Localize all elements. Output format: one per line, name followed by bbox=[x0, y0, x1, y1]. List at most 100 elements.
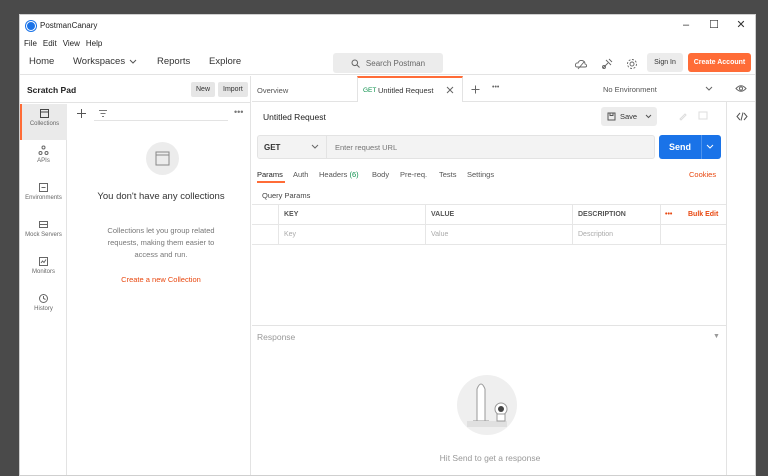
tab-tests[interactable]: Tests bbox=[439, 170, 457, 179]
apis-icon bbox=[38, 145, 49, 155]
more-columns-icon[interactable]: ••• bbox=[665, 205, 672, 224]
sidebar-item-label: APIs bbox=[37, 158, 50, 164]
create-collection-link[interactable]: Create a new Collection bbox=[68, 275, 254, 284]
tab-overview[interactable]: Overview bbox=[257, 86, 288, 95]
tab-body[interactable]: Body bbox=[372, 170, 389, 179]
satellite-icon[interactable] bbox=[600, 57, 614, 71]
send-label: Send bbox=[669, 142, 692, 152]
create-account-button[interactable]: Create Account bbox=[688, 53, 751, 72]
table-border bbox=[252, 204, 726, 205]
add-collection-icon[interactable] bbox=[76, 108, 87, 119]
sidebar-item-label: Environments bbox=[25, 195, 62, 201]
tab-untitled-request[interactable]: GET Untitled Request bbox=[357, 76, 463, 102]
sidebar-item-label: Monitors bbox=[31, 269, 55, 275]
headers-count: (6) bbox=[349, 170, 359, 179]
edit-pencil-icon[interactable] bbox=[678, 111, 688, 121]
table-border bbox=[252, 244, 726, 245]
save-label: Save bbox=[620, 112, 638, 121]
rocket-astronaut-illustration bbox=[457, 375, 517, 435]
tab-settings[interactable]: Settings bbox=[467, 170, 494, 179]
empty-collections-illustration bbox=[146, 142, 179, 175]
environments-icon bbox=[39, 183, 48, 192]
nav-home[interactable]: Home bbox=[29, 56, 54, 67]
import-button[interactable]: Import bbox=[218, 82, 248, 97]
new-tab-icon[interactable] bbox=[471, 85, 480, 94]
table-border bbox=[278, 204, 279, 244]
table-border bbox=[425, 204, 426, 244]
close-tab-icon[interactable] bbox=[446, 86, 454, 94]
method-select[interactable]: GET bbox=[257, 135, 327, 159]
search-placeholder: Search Postman bbox=[365, 58, 426, 68]
nav-reports[interactable]: Reports bbox=[157, 56, 190, 67]
description-input[interactable]: Description bbox=[578, 225, 613, 244]
code-icon[interactable] bbox=[736, 112, 748, 121]
nav-workspaces-label: Workspaces bbox=[73, 56, 126, 67]
tab-params[interactable]: Params bbox=[257, 170, 283, 179]
table-border bbox=[252, 224, 726, 225]
more-options-icon[interactable]: ••• bbox=[234, 107, 243, 117]
sidebar-item-apis[interactable]: APIs bbox=[20, 141, 67, 177]
mock-servers-icon bbox=[39, 221, 48, 228]
nav-workspaces[interactable]: Workspaces bbox=[73, 56, 137, 67]
empty-collections-title: You don't have any collections bbox=[97, 191, 225, 202]
request-title[interactable]: Untitled Request bbox=[263, 112, 326, 122]
tab-more-icon[interactable]: ••• bbox=[492, 84, 499, 91]
response-label: Response bbox=[257, 332, 296, 342]
sidebar-item-collections[interactable]: Collections bbox=[20, 104, 67, 140]
sidebar-item-monitors[interactable]: Monitors bbox=[20, 252, 67, 288]
menu-edit[interactable]: Edit bbox=[43, 39, 57, 48]
menu-view[interactable]: View bbox=[63, 39, 80, 48]
collapse-response-icon[interactable]: ▼ bbox=[713, 333, 720, 340]
menu-help[interactable]: Help bbox=[86, 39, 102, 48]
method-value: GET bbox=[264, 142, 281, 152]
cookies-link[interactable]: Cookies bbox=[689, 170, 716, 179]
cloud-sync-icon[interactable] bbox=[574, 57, 588, 71]
response-divider[interactable] bbox=[252, 325, 726, 326]
environment-select[interactable]: No Environment bbox=[593, 81, 723, 97]
key-input[interactable]: Key bbox=[284, 225, 296, 244]
new-button[interactable]: New bbox=[191, 82, 216, 97]
send-divider bbox=[701, 135, 702, 159]
app-title: PostmanCanary bbox=[40, 21, 98, 30]
search-box[interactable]: Search Postman bbox=[333, 53, 443, 73]
sidebar-item-label: Collections bbox=[29, 121, 60, 127]
collection-filter[interactable] bbox=[94, 107, 228, 121]
tab-headers-label: Headers bbox=[319, 170, 348, 179]
tab-prereq[interactable]: Pre-req. bbox=[400, 170, 427, 179]
save-button[interactable]: Save bbox=[601, 107, 657, 126]
collections-icon bbox=[40, 109, 49, 118]
maximize-button[interactable]: ☐ bbox=[703, 17, 725, 33]
close-window-button[interactable]: ✕ bbox=[730, 17, 752, 33]
chevron-down-icon bbox=[129, 59, 137, 64]
monitors-icon bbox=[39, 257, 48, 266]
column-header-value: VALUE bbox=[431, 211, 455, 218]
value-input[interactable]: Value bbox=[431, 225, 448, 244]
eye-icon[interactable] bbox=[735, 84, 747, 93]
query-params-label: Query Params bbox=[262, 191, 311, 200]
chevron-down-icon bbox=[705, 86, 713, 91]
chevron-down-icon[interactable] bbox=[706, 144, 714, 150]
minimize-button[interactable]: – bbox=[675, 17, 697, 33]
menu-file[interactable]: File bbox=[24, 39, 37, 48]
bulk-edit-link[interactable]: Bulk Edit bbox=[688, 205, 718, 224]
tab-auth[interactable]: Auth bbox=[293, 170, 308, 179]
send-button[interactable]: Send bbox=[659, 135, 721, 159]
sign-in-button[interactable]: Sign In bbox=[647, 53, 683, 72]
table-border bbox=[660, 204, 661, 244]
sidebar-item-history[interactable]: History bbox=[20, 289, 67, 325]
tab-headers[interactable]: Headers (6) bbox=[319, 170, 359, 179]
settings-gear-icon[interactable] bbox=[625, 57, 639, 71]
save-icon bbox=[607, 112, 616, 121]
active-tab-indicator bbox=[257, 181, 285, 183]
empty-collections-description: Collections let you group related reques… bbox=[107, 226, 215, 259]
nav-explore[interactable]: Explore bbox=[209, 56, 241, 67]
request-url-input[interactable] bbox=[330, 135, 655, 159]
sidebar-item-label: History bbox=[34, 306, 53, 312]
comment-icon[interactable] bbox=[698, 111, 708, 121]
sidebar-item-mock-servers[interactable]: Mock Servers bbox=[20, 215, 67, 251]
chevron-down-icon bbox=[645, 114, 652, 119]
response-hint: Hit Send to get a response bbox=[439, 453, 541, 463]
column-header-key: KEY bbox=[284, 211, 299, 218]
postman-window: PostmanCanary – ☐ ✕ File Edit View Help … bbox=[19, 14, 756, 476]
sidebar-item-environments[interactable]: Environments bbox=[20, 178, 67, 214]
